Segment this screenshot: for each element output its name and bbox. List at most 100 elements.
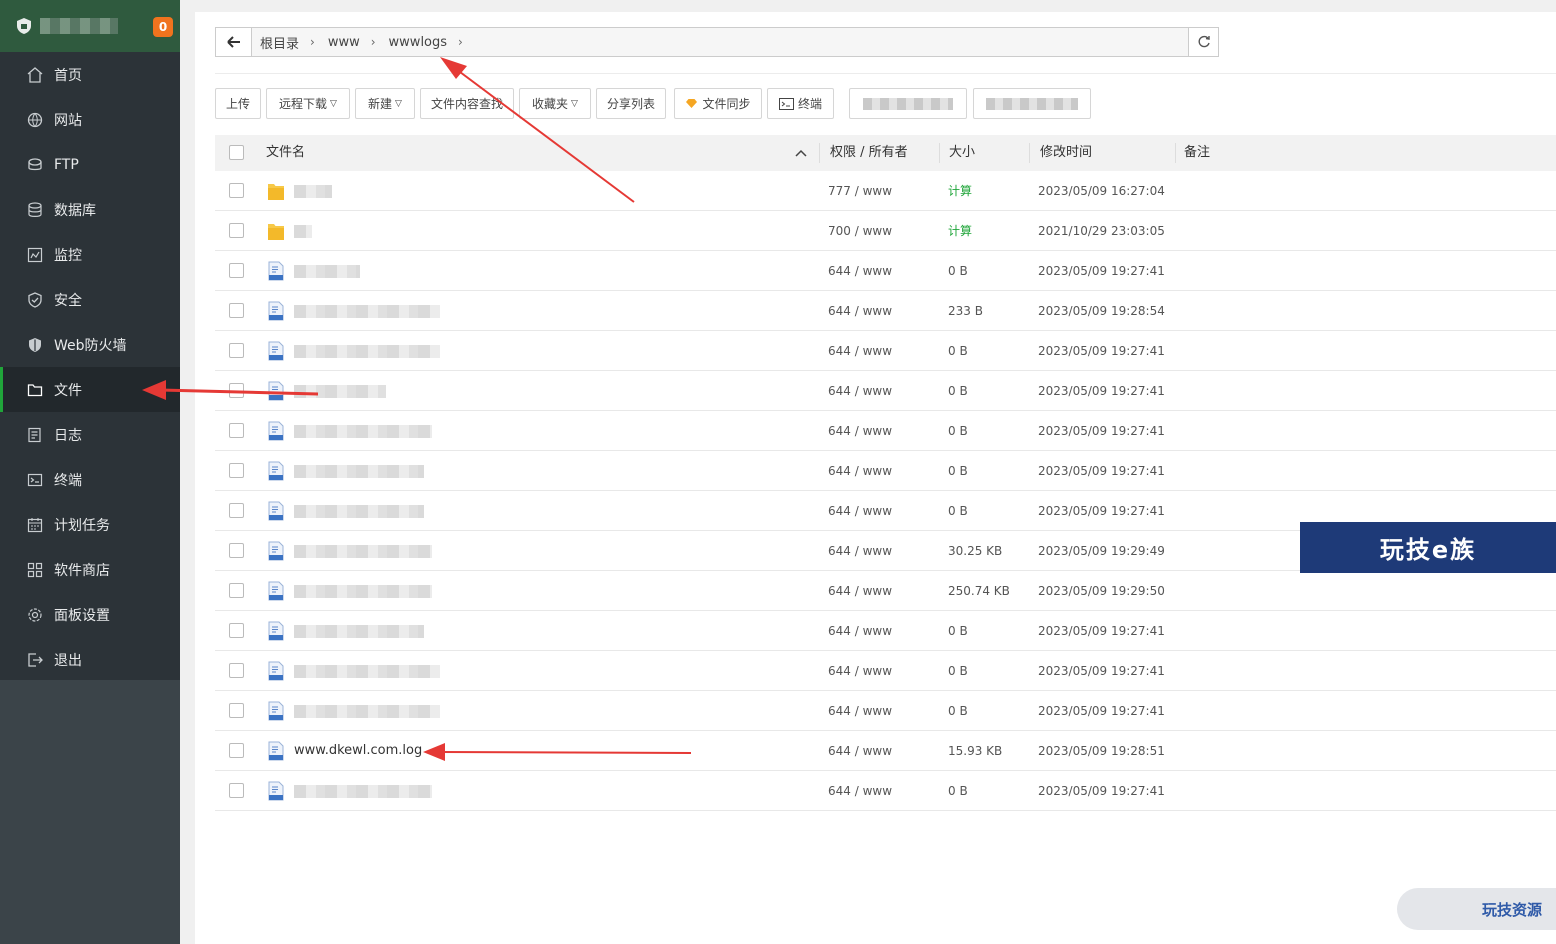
row-checkbox[interactable]	[229, 263, 244, 278]
row-checkbox[interactable]	[229, 343, 244, 358]
file-permission[interactable]: 644 / www	[828, 491, 892, 531]
upload-button[interactable]: 上传	[215, 88, 261, 119]
file-permission[interactable]: 644 / www	[828, 531, 892, 571]
terminal-button[interactable]: 终端	[767, 88, 834, 119]
row-checkbox[interactable]	[229, 623, 244, 638]
file-permission[interactable]: 644 / www	[828, 451, 892, 491]
row-checkbox[interactable]	[229, 543, 244, 558]
file-name-blurred[interactable]	[294, 545, 432, 558]
file-name-blurred[interactable]	[294, 505, 424, 518]
file-permission[interactable]: 777 / www	[828, 171, 892, 211]
file-sync-button[interactable]: 文件同步	[674, 88, 762, 119]
favorites-button[interactable]: 收藏夹 ▽	[519, 88, 591, 119]
file-name-blurred[interactable]	[294, 385, 386, 398]
file-permission[interactable]: 644 / www	[828, 571, 892, 611]
table-row[interactable]: 644 / www 233 B 2023/05/09 19:28:54	[215, 291, 1556, 331]
file-name-blurred[interactable]	[294, 785, 432, 798]
file-name-blurred[interactable]	[294, 225, 312, 238]
row-checkbox[interactable]	[229, 223, 244, 238]
blurred-button-1[interactable]	[849, 88, 967, 119]
table-row[interactable]: www.dkewl.com.log 644 / www 15.93 KB 2023/0…	[215, 731, 1556, 771]
remote-download-button[interactable]: 远程下载 ▽	[266, 88, 350, 119]
file-name-blurred[interactable]	[294, 625, 424, 638]
file-permission[interactable]: 644 / www	[828, 731, 892, 771]
row-checkbox[interactable]	[229, 703, 244, 718]
file-name-blurred[interactable]	[294, 305, 440, 318]
sidebar-item-7[interactable]: 文件	[0, 367, 180, 412]
header-mtime[interactable]: 修改时间	[1040, 135, 1092, 171]
sort-asc-icon[interactable]	[795, 149, 807, 157]
sidebar-item-3[interactable]: 数据库	[0, 187, 180, 232]
file-permission[interactable]: 644 / www	[828, 371, 892, 411]
breadcrumb-item[interactable]: 根目录	[260, 33, 299, 52]
sidebar-item-2[interactable]: FTP	[0, 142, 180, 187]
sidebar-item-0[interactable]: 首页	[0, 52, 180, 97]
file-permission[interactable]: 644 / www	[828, 691, 892, 731]
file-permission[interactable]: 644 / www	[828, 251, 892, 291]
header-size[interactable]: 大小	[949, 135, 975, 171]
header-perm[interactable]: 权限 / 所有者	[830, 135, 908, 171]
row-checkbox[interactable]	[229, 423, 244, 438]
new-button[interactable]: 新建 ▽	[355, 88, 415, 119]
sidebar-item-12[interactable]: 面板设置	[0, 592, 180, 637]
table-row[interactable]: 644 / www 0 B 2023/05/09 19:27:41	[215, 691, 1556, 731]
file-size[interactable]: 计算	[948, 211, 972, 251]
sidebar-item-11[interactable]: 软件商店	[0, 547, 180, 592]
file-size[interactable]: 计算	[948, 171, 972, 211]
file-name-blurred[interactable]	[294, 345, 440, 358]
breadcrumb-item[interactable]: wwwlogs	[389, 35, 448, 50]
sidebar-item-1[interactable]: 网站	[0, 97, 180, 142]
header-name[interactable]: 文件名	[266, 135, 305, 171]
sidebar-item-13[interactable]: 退出	[0, 637, 180, 682]
table-row[interactable]: 644 / www 0 B 2023/05/09 19:27:41	[215, 771, 1556, 811]
table-row[interactable]: 644 / www 0 B 2023/05/09 19:27:41	[215, 411, 1556, 451]
row-checkbox[interactable]	[229, 743, 244, 758]
share-list-button[interactable]: 分享列表	[596, 88, 666, 119]
sidebar-item-6[interactable]: Web防火墙	[0, 322, 180, 367]
file-name-blurred[interactable]	[294, 705, 440, 718]
sidebar-item-9[interactable]: 终端	[0, 457, 180, 502]
back-button[interactable]	[216, 28, 252, 56]
refresh-button[interactable]	[1188, 28, 1218, 56]
content-search-button[interactable]: 文件内容查找	[420, 88, 514, 119]
file-permission[interactable]: 644 / www	[828, 771, 892, 811]
sidebar-item-4[interactable]: 监控	[0, 232, 180, 277]
table-row[interactable]: 644 / www 0 B 2023/05/09 19:27:41	[215, 651, 1556, 691]
row-checkbox[interactable]	[229, 183, 244, 198]
row-checkbox[interactable]	[229, 503, 244, 518]
file-name-blurred[interactable]	[294, 265, 360, 278]
table-row[interactable]: 644 / www 0 B 2023/05/09 19:27:41	[215, 251, 1556, 291]
sidebar-item-8[interactable]: 日志	[0, 412, 180, 457]
file-name-blurred[interactable]	[294, 585, 432, 598]
row-checkbox[interactable]	[229, 583, 244, 598]
file-name-blurred[interactable]	[294, 665, 440, 678]
row-checkbox[interactable]	[229, 463, 244, 478]
breadcrumb-item[interactable]: www	[328, 35, 360, 50]
file-permission[interactable]: 644 / www	[828, 611, 892, 651]
table-row[interactable]: 644 / www 250.74 KB 2023/05/09 19:29:50	[215, 571, 1556, 611]
file-name-blurred[interactable]	[294, 185, 332, 198]
file-permission[interactable]: 700 / www	[828, 211, 892, 251]
row-checkbox[interactable]	[229, 303, 244, 318]
file-name-blurred[interactable]	[294, 465, 424, 478]
row-checkbox[interactable]	[229, 783, 244, 798]
file-permission[interactable]: 644 / www	[828, 331, 892, 371]
sidebar-item-5[interactable]: 安全	[0, 277, 180, 322]
file-permission[interactable]: 644 / www	[828, 411, 892, 451]
file-name[interactable]: www.dkewl.com.log	[294, 731, 422, 771]
row-checkbox[interactable]	[229, 383, 244, 398]
notification-badge[interactable]: 0	[153, 17, 173, 37]
table-row[interactable]: 777 / www 计算 2023/05/09 16:27:04	[215, 171, 1556, 211]
table-row[interactable]: 700 / www 计算 2021/10/29 23:03:05	[215, 211, 1556, 251]
table-row[interactable]: 644 / www 0 B 2023/05/09 19:27:41	[215, 451, 1556, 491]
table-row[interactable]: 644 / www 0 B 2023/05/09 19:27:41	[215, 371, 1556, 411]
file-permission[interactable]: 644 / www	[828, 291, 892, 331]
file-name-blurred[interactable]	[294, 425, 432, 438]
select-all-checkbox[interactable]	[229, 145, 244, 160]
file-permission[interactable]: 644 / www	[828, 651, 892, 691]
table-row[interactable]: 644 / www 0 B 2023/05/09 19:27:41	[215, 331, 1556, 371]
table-row[interactable]: 644 / www 0 B 2023/05/09 19:27:41	[215, 611, 1556, 651]
blurred-button-2[interactable]	[973, 88, 1091, 119]
sidebar-item-10[interactable]: 计划任务	[0, 502, 180, 547]
row-checkbox[interactable]	[229, 663, 244, 678]
